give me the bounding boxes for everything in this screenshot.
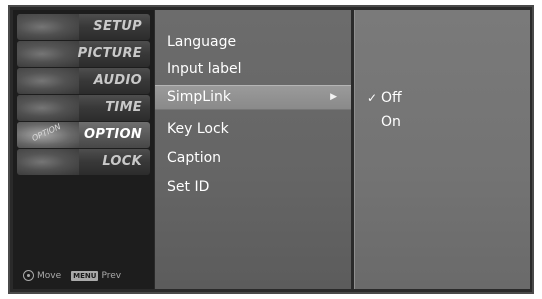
checkmark-icon: ✓: [367, 91, 378, 105]
menu-item-language[interactable]: Language: [155, 29, 351, 56]
menu-item-label: Key Lock: [167, 121, 229, 137]
category-label: TIME: [105, 100, 142, 115]
menu-item-set-id[interactable]: Set ID: [155, 174, 351, 201]
value-option-on[interactable]: On: [363, 110, 401, 134]
simplink-value-panel: ✓ Off On: [354, 10, 530, 289]
option-thumbnail-text: OPTION: [30, 122, 63, 144]
menu-item-label: Caption: [167, 150, 222, 166]
category-label: SETUP: [93, 19, 142, 34]
tv-menu-screen: SETUP PICTURE AUDIO TIME OPTION OPTION L…: [8, 5, 534, 294]
audio-thumbnail-icon: [17, 68, 79, 94]
category-label: AUDIO: [93, 73, 142, 88]
value-option-label: Off: [381, 90, 402, 106]
picture-thumbnail-icon: [17, 41, 79, 67]
option-menu-list: Language Input label SimpLink ▶ Key Lock…: [155, 10, 351, 289]
value-option-off[interactable]: ✓ Off: [363, 86, 402, 110]
prev-hint-label: Prev: [101, 271, 122, 281]
navigation-hint: Move MENU Prev: [23, 269, 151, 283]
move-hint-label: Move: [37, 271, 62, 281]
category-label: OPTION: [83, 127, 142, 142]
category-time[interactable]: TIME: [17, 95, 150, 121]
submenu-arrow-icon: ▶: [330, 92, 337, 102]
category-picture[interactable]: PICTURE: [17, 41, 150, 67]
value-option-label: On: [381, 114, 401, 130]
category-label: PICTURE: [77, 46, 142, 61]
category-lock[interactable]: LOCK: [17, 149, 150, 175]
menu-item-label: Set ID: [167, 179, 210, 195]
menu-item-label: SimpLink: [167, 89, 231, 105]
option-thumbnail-icon: OPTION: [17, 122, 79, 148]
menu-item-caption[interactable]: Caption: [155, 145, 351, 172]
lock-thumbnail-icon: [17, 149, 79, 175]
setup-thumbnail-icon: [17, 14, 79, 40]
menu-key-icon: MENU: [71, 270, 99, 281]
category-sidebar: SETUP PICTURE AUDIO TIME OPTION OPTION L…: [13, 10, 154, 289]
menu-item-key-lock[interactable]: Key Lock: [155, 116, 351, 143]
category-audio[interactable]: AUDIO: [17, 68, 150, 94]
menu-item-label: Language: [167, 34, 237, 50]
category-label: LOCK: [102, 154, 142, 169]
category-option[interactable]: OPTION OPTION: [17, 122, 150, 148]
menu-item-label: Input label: [167, 61, 242, 77]
category-setup[interactable]: SETUP: [17, 14, 150, 40]
menu-item-input-label[interactable]: Input label: [155, 56, 351, 83]
time-thumbnail-icon: [17, 95, 79, 121]
move-joystick-icon: [23, 270, 34, 281]
menu-item-simplink[interactable]: SimpLink ▶: [155, 85, 351, 110]
